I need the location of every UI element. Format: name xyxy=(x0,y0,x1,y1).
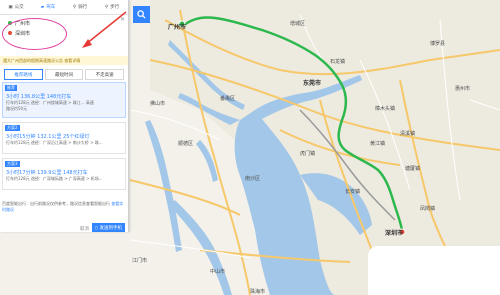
car-icon: ▰ xyxy=(40,4,45,10)
tab-no-highway[interactable]: 不走高速 xyxy=(85,69,125,80)
search-button[interactable] xyxy=(133,6,150,23)
route-badge: 推荐 xyxy=(5,85,17,91)
route-extra: 路况约50元 xyxy=(6,106,28,111)
mode-label: 驾车 xyxy=(46,5,56,10)
route-summary: 3小时15分钟 132.1公里 25个红绿灯 xyxy=(6,134,90,140)
panel-footer: 百度智能出行：出行前路况仅供参考，路况信息查看智能出行 查看实时路况 xyxy=(2,201,126,213)
map-label: 博罗县 xyxy=(430,41,446,47)
map-label: 广州市 xyxy=(168,24,187,31)
route-detail: 打车约128元 途经：广深沿江高速 > 南沙大桥 > 珠... xyxy=(6,140,103,145)
map-label: 樟木头镇 xyxy=(375,106,396,112)
map-label: 惠州市 xyxy=(455,86,471,92)
mode-label: 公交 xyxy=(14,5,24,10)
map-label: 凤岗镇 xyxy=(420,206,436,212)
route-option[interactable]: 推荐 3小时 136.8公里 148元打车 打车约128元 途经：广州绕城高速 … xyxy=(2,82,126,118)
map-label: 顺德区 xyxy=(178,141,194,147)
route-detail: 打车约128元 途经：广深城际路 > 广深高速 > 机场... xyxy=(6,176,103,181)
route-summary: 3小时17分钟 139.9公里 148元打车 xyxy=(6,170,88,176)
map-label: 南沙区 xyxy=(245,176,261,182)
map-label: 长安镇 xyxy=(345,189,361,195)
map-label: 中山市 xyxy=(210,269,226,275)
map-label: 黄江镇 xyxy=(370,141,386,147)
map-label: 江门市 xyxy=(132,258,148,264)
route-summary: 3小时 136.8公里 148元打车 xyxy=(6,94,72,100)
footer-text: 百度智能出行：出行前路况仅供参考，路况信息查看智能出行 xyxy=(2,201,110,206)
search-icon xyxy=(137,10,146,19)
highlight-annotation xyxy=(2,18,67,50)
route-preference-tabs: 推荐路线 最短时间 不走高速 xyxy=(4,69,125,80)
map-label: 珠海市 xyxy=(250,289,266,295)
arrow-annotation xyxy=(82,11,127,48)
redacted-area xyxy=(368,246,500,295)
map-label: 石龙镇 xyxy=(330,59,346,65)
map-label: 东莞市 xyxy=(303,80,322,87)
map-label: 佛山市 xyxy=(150,101,166,107)
mode-car[interactable]: ▰ 驾车 xyxy=(32,0,64,14)
route-badge: 方案2 xyxy=(5,125,20,131)
map-label: 塘厦镇 xyxy=(405,166,421,172)
route-badge: 方案3 xyxy=(5,161,20,167)
map-label: 虎门镇 xyxy=(300,151,316,157)
mode-bus[interactable]: ▣ 公交 xyxy=(0,0,32,14)
walk-icon: ⚲ xyxy=(104,4,109,10)
bike-icon: ⚲ xyxy=(72,4,77,10)
map-label: 清溪镇 xyxy=(400,131,416,137)
route-option[interactable]: 方案2 3小时15分钟 132.1公里 25个红绿灯 打车约128元 途经：广深… xyxy=(2,122,126,154)
map-label: 深圳市 xyxy=(385,230,404,237)
send-to-phone-button[interactable]: ▯ 发送到手机 xyxy=(92,223,125,232)
tab-fastest[interactable]: 最短时间 xyxy=(44,69,84,80)
phone-icon: ▯ xyxy=(95,225,98,231)
bus-icon: ▣ xyxy=(8,4,13,10)
send-button-label: 发送到手机 xyxy=(99,226,122,231)
map-label: 番禺区 xyxy=(220,96,236,102)
route-option[interactable]: 方案3 3小时17分钟 139.9公里 148元打车 打车约128元 途经：广深… xyxy=(2,158,126,190)
map-label: 增城区 xyxy=(290,21,306,27)
cancel-button[interactable]: 取消 xyxy=(80,226,89,232)
tab-recommended[interactable]: 推荐路线 xyxy=(4,69,43,80)
notice-banner: 遇大广州西部的假期高速路况公告 查看详情 xyxy=(0,56,128,65)
